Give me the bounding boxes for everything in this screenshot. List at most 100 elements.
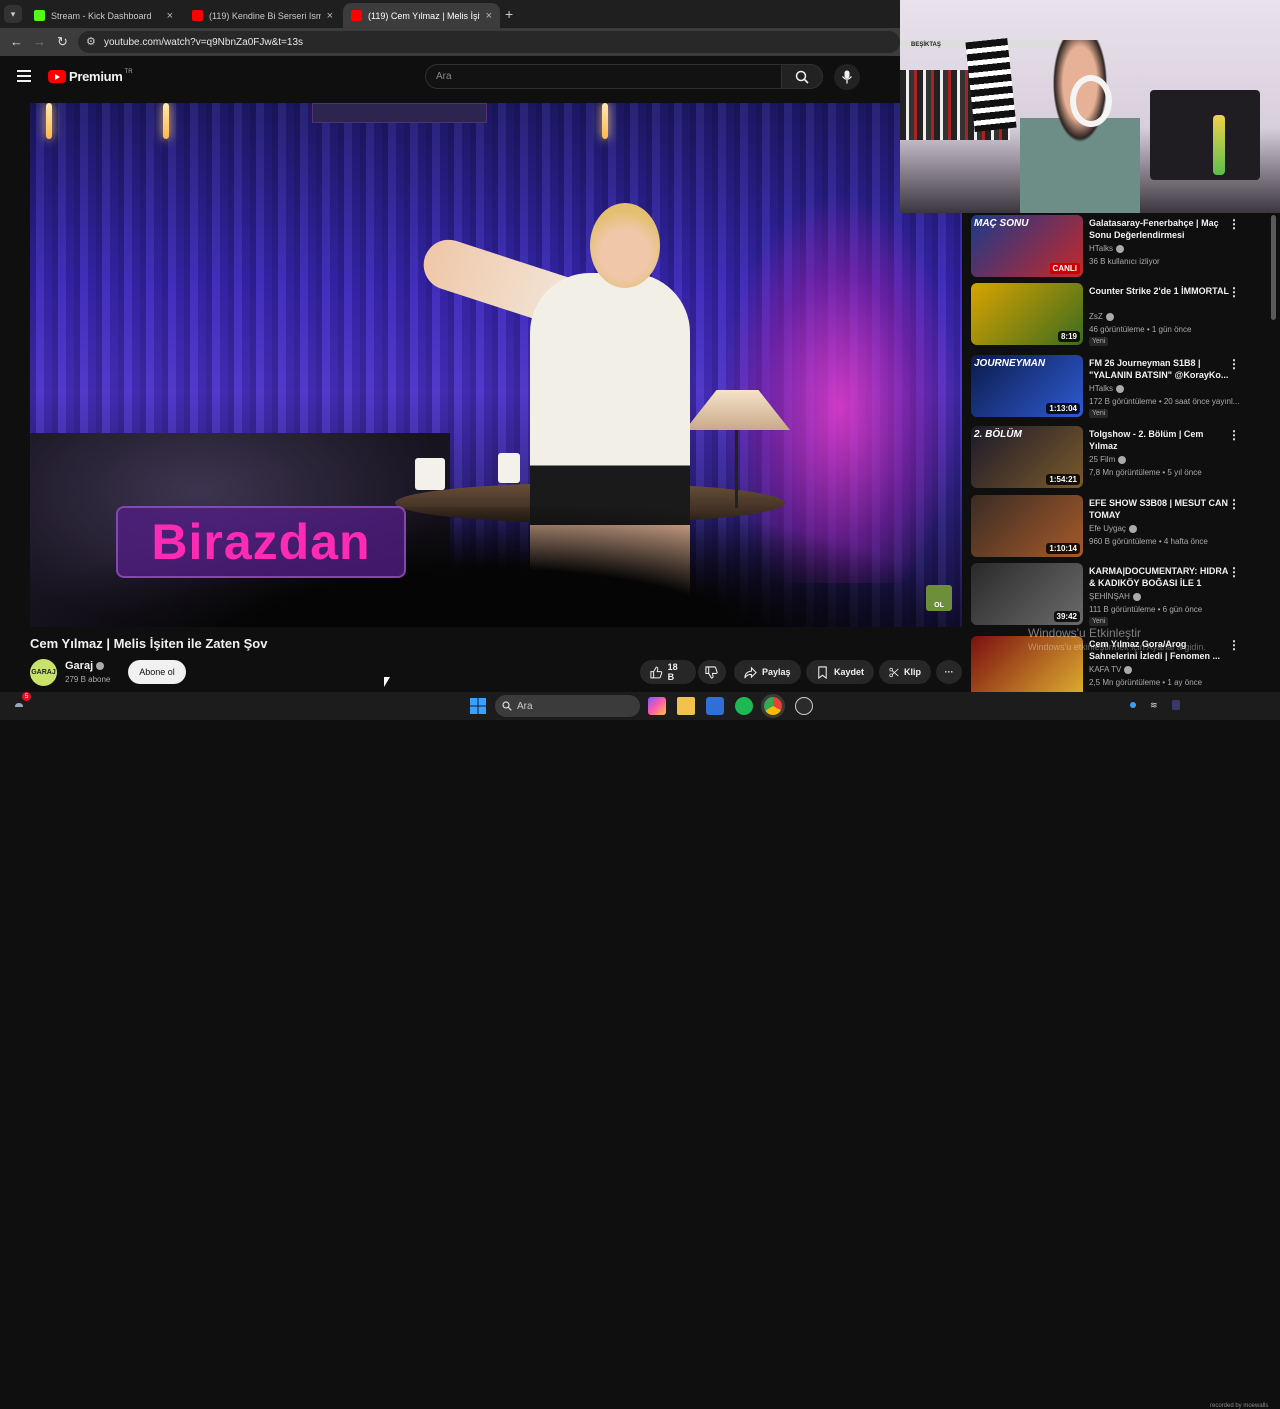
new-tab-icon[interactable]: + xyxy=(505,6,513,22)
back-icon[interactable]: ← xyxy=(10,34,23,49)
microsoft-store-icon[interactable] xyxy=(706,697,724,715)
taskbar-search[interactable]: Ara xyxy=(495,695,640,717)
taskbar-search-placeholder: Ara xyxy=(517,700,533,712)
voice-search-button[interactable] xyxy=(834,64,860,90)
tray-dot-icon[interactable] xyxy=(1130,702,1136,708)
more-actions-button[interactable]: ··· xyxy=(936,660,962,684)
new-badge: Yeni xyxy=(1089,617,1109,626)
site-info-icon[interactable]: ⚙ xyxy=(86,35,96,48)
windows-activation-title: Windows'u Etkinleştir xyxy=(1028,626,1141,640)
more-options-icon[interactable]: ⋮ xyxy=(1228,428,1240,442)
live-badge: CANLI xyxy=(1049,263,1080,274)
more-options-icon[interactable]: ⋮ xyxy=(1228,285,1240,299)
youtube-logo[interactable]: Premium TR xyxy=(48,69,133,84)
video-thumbnail[interactable]: JOURNEYMAN 1:13:04 xyxy=(971,355,1083,417)
channel-name[interactable]: ZsZ xyxy=(1089,312,1114,321)
video-meta: 2,5 Mn görüntüleme • 1 ay önce xyxy=(1089,678,1203,687)
video-title[interactable]: Counter Strike 2'de 1 İMMORTAL xyxy=(1089,285,1229,297)
video-meta: 36 B kullanıcı izliyor xyxy=(1089,257,1160,266)
forward-icon[interactable]: → xyxy=(33,34,46,49)
video-thumbnail[interactable]: 2. BÖLÜM 1:54:21 xyxy=(971,426,1083,488)
save-button[interactable]: Kaydet xyxy=(806,660,874,684)
wifi-icon[interactable]: ≋ xyxy=(1150,700,1160,710)
save-label: Kaydet xyxy=(833,667,864,677)
dislike-button[interactable] xyxy=(698,660,726,684)
recommended-video[interactable]: 39:42 KARMA|DOCUMENTARY: HIDRA & KADIKÖY … xyxy=(971,563,1271,626)
channel-name[interactable]: HTalks xyxy=(1089,384,1125,393)
video-meta: 960 B görüntüleme • 4 hafta önce xyxy=(1089,537,1208,546)
channel-name[interactable]: 25 Film xyxy=(1089,455,1127,464)
channel-name-text: ZsZ xyxy=(1089,312,1103,321)
reload-icon[interactable]: ↻ xyxy=(57,34,68,50)
youtube-favicon-icon xyxy=(351,10,362,21)
recommended-video[interactable]: JOURNEYMAN 1:13:04 FM 26 Journeyman S1B8 |… xyxy=(971,355,1271,418)
file-explorer-icon[interactable] xyxy=(677,697,695,715)
windows-start-icon[interactable] xyxy=(469,697,487,715)
video-title[interactable]: Tolgshow - 2. Bölüm | Cem Yılmaz xyxy=(1089,428,1229,452)
subscribe-button[interactable]: Abone ol xyxy=(128,660,186,684)
sidebar-scrollbar[interactable] xyxy=(1271,215,1276,320)
youtube-play-icon xyxy=(48,70,66,83)
more-options-icon[interactable]: ⋮ xyxy=(1228,357,1240,371)
thumbnail-text: MAÇ SONU xyxy=(974,218,1029,229)
logo-region: TR xyxy=(124,68,133,75)
tab-kick-dashboard[interactable]: Stream - Kick Dashboard × xyxy=(26,3,181,28)
more-options-icon[interactable]: ⋮ xyxy=(1228,497,1240,511)
new-badge: Yeni xyxy=(1089,337,1109,346)
recommended-video[interactable]: MAÇ SONU CANLI Galatasaray-Fenerbahçe | Ma… xyxy=(971,215,1271,277)
verified-icon xyxy=(1116,244,1125,253)
stage-light xyxy=(46,103,52,139)
menu-icon[interactable] xyxy=(17,70,31,82)
more-options-icon[interactable]: ⋮ xyxy=(1228,638,1240,652)
channel-name[interactable]: HTalks xyxy=(1089,244,1125,253)
like-count: 18 B xyxy=(667,662,678,682)
video-thumbnail[interactable]: MAÇ SONU CANLI xyxy=(971,215,1083,277)
video-meta: 46 görüntüleme • 1 gün önce xyxy=(1089,325,1192,334)
video-title: Cem Yılmaz | Melis İşiten ile Zaten Şov xyxy=(30,636,268,651)
close-tab-icon[interactable]: × xyxy=(327,10,333,22)
streamer xyxy=(1020,40,1140,213)
tab-search-menu-icon[interactable]: ▾ xyxy=(4,5,22,23)
url-field[interactable]: ⚙ youtube.com/watch?v=q9NbnZa0FJw&t=13s xyxy=(78,31,900,53)
channel-watermark[interactable]: OL xyxy=(926,585,952,611)
video-thumbnail[interactable]: 39:42 xyxy=(971,563,1083,625)
copilot-icon[interactable] xyxy=(648,697,666,715)
more-options-icon[interactable]: ⋮ xyxy=(1228,565,1240,579)
share-button[interactable]: Paylaş xyxy=(734,660,801,684)
close-tab-icon[interactable]: × xyxy=(167,10,173,22)
windows-activation-subtitle: Windows'u etkinleştirmek için Ayarlar'a … xyxy=(1028,642,1206,652)
bluetooth-icon[interactable] xyxy=(1172,700,1180,710)
desk-monitor xyxy=(1150,90,1260,180)
video-player[interactable]: Birazdan OL xyxy=(30,103,962,627)
video-thumbnail[interactable]: 8:19 xyxy=(971,283,1083,345)
video-title[interactable]: EFE SHOW S3B08 | MESUT CAN TOMAY xyxy=(1089,497,1229,521)
channel-avatar[interactable]: GARAJ xyxy=(30,659,57,686)
new-badge: Yeni xyxy=(1089,409,1109,418)
clip-button[interactable]: Klip xyxy=(879,660,931,684)
close-tab-icon[interactable]: × xyxy=(486,10,492,22)
tab-kendine-bi-serseri[interactable]: (119) Kendine Bi Serseri Ismarla × xyxy=(184,3,341,28)
spotify-icon[interactable] xyxy=(735,697,753,715)
obs-icon[interactable] xyxy=(795,697,813,715)
channel-name[interactable]: ŞEHİNŞAH xyxy=(1089,592,1141,601)
video-thumbnail[interactable]: 1:10:14 xyxy=(971,495,1083,557)
video-title[interactable]: KARMA|DOCUMENTARY: HIDRA & KADIKÖY BOĞAS… xyxy=(1089,565,1229,589)
recommended-video[interactable]: 2. BÖLÜM 1:54:21 Tolgshow - 2. Bölüm | Cem… xyxy=(971,426,1271,488)
channel-name[interactable]: Efe Uygaç xyxy=(1089,524,1137,533)
chrome-icon[interactable] xyxy=(764,697,782,715)
recommended-video[interactable]: 1:10:14 EFE SHOW S3B08 | MESUT CAN TOMAY E… xyxy=(971,495,1271,557)
video-duration: 1:10:14 xyxy=(1046,543,1080,554)
subscriber-count: 279 B abone xyxy=(65,675,111,684)
search-input[interactable]: Ara xyxy=(425,64,782,89)
channel-name[interactable]: Garaj xyxy=(65,660,105,672)
search-button[interactable] xyxy=(781,64,823,89)
recommended-video[interactable]: 8:19 Counter Strike 2'de 1 İMMORTAL ZsZ 46 … xyxy=(971,283,1271,346)
channel-name[interactable]: KAFA TV xyxy=(1089,665,1133,674)
flag-label: BEŞİKTAŞ xyxy=(911,42,941,48)
video-title[interactable]: Galatasaray-Fenerbahçe | Maç Sonu Değerl… xyxy=(1089,217,1229,241)
windows-taskbar: 5 Ara ≋ recorded by moewalls xyxy=(0,692,1280,1409)
more-options-icon[interactable]: ⋮ xyxy=(1228,217,1240,231)
tab-cem-yilmaz[interactable]: (119) Cem Yılmaz | Melis İşiten × xyxy=(343,3,500,28)
like-button[interactable]: 18 B xyxy=(640,660,696,684)
video-title[interactable]: FM 26 Journeyman S1B8 | "YALANIN BATSIN"… xyxy=(1089,357,1229,381)
